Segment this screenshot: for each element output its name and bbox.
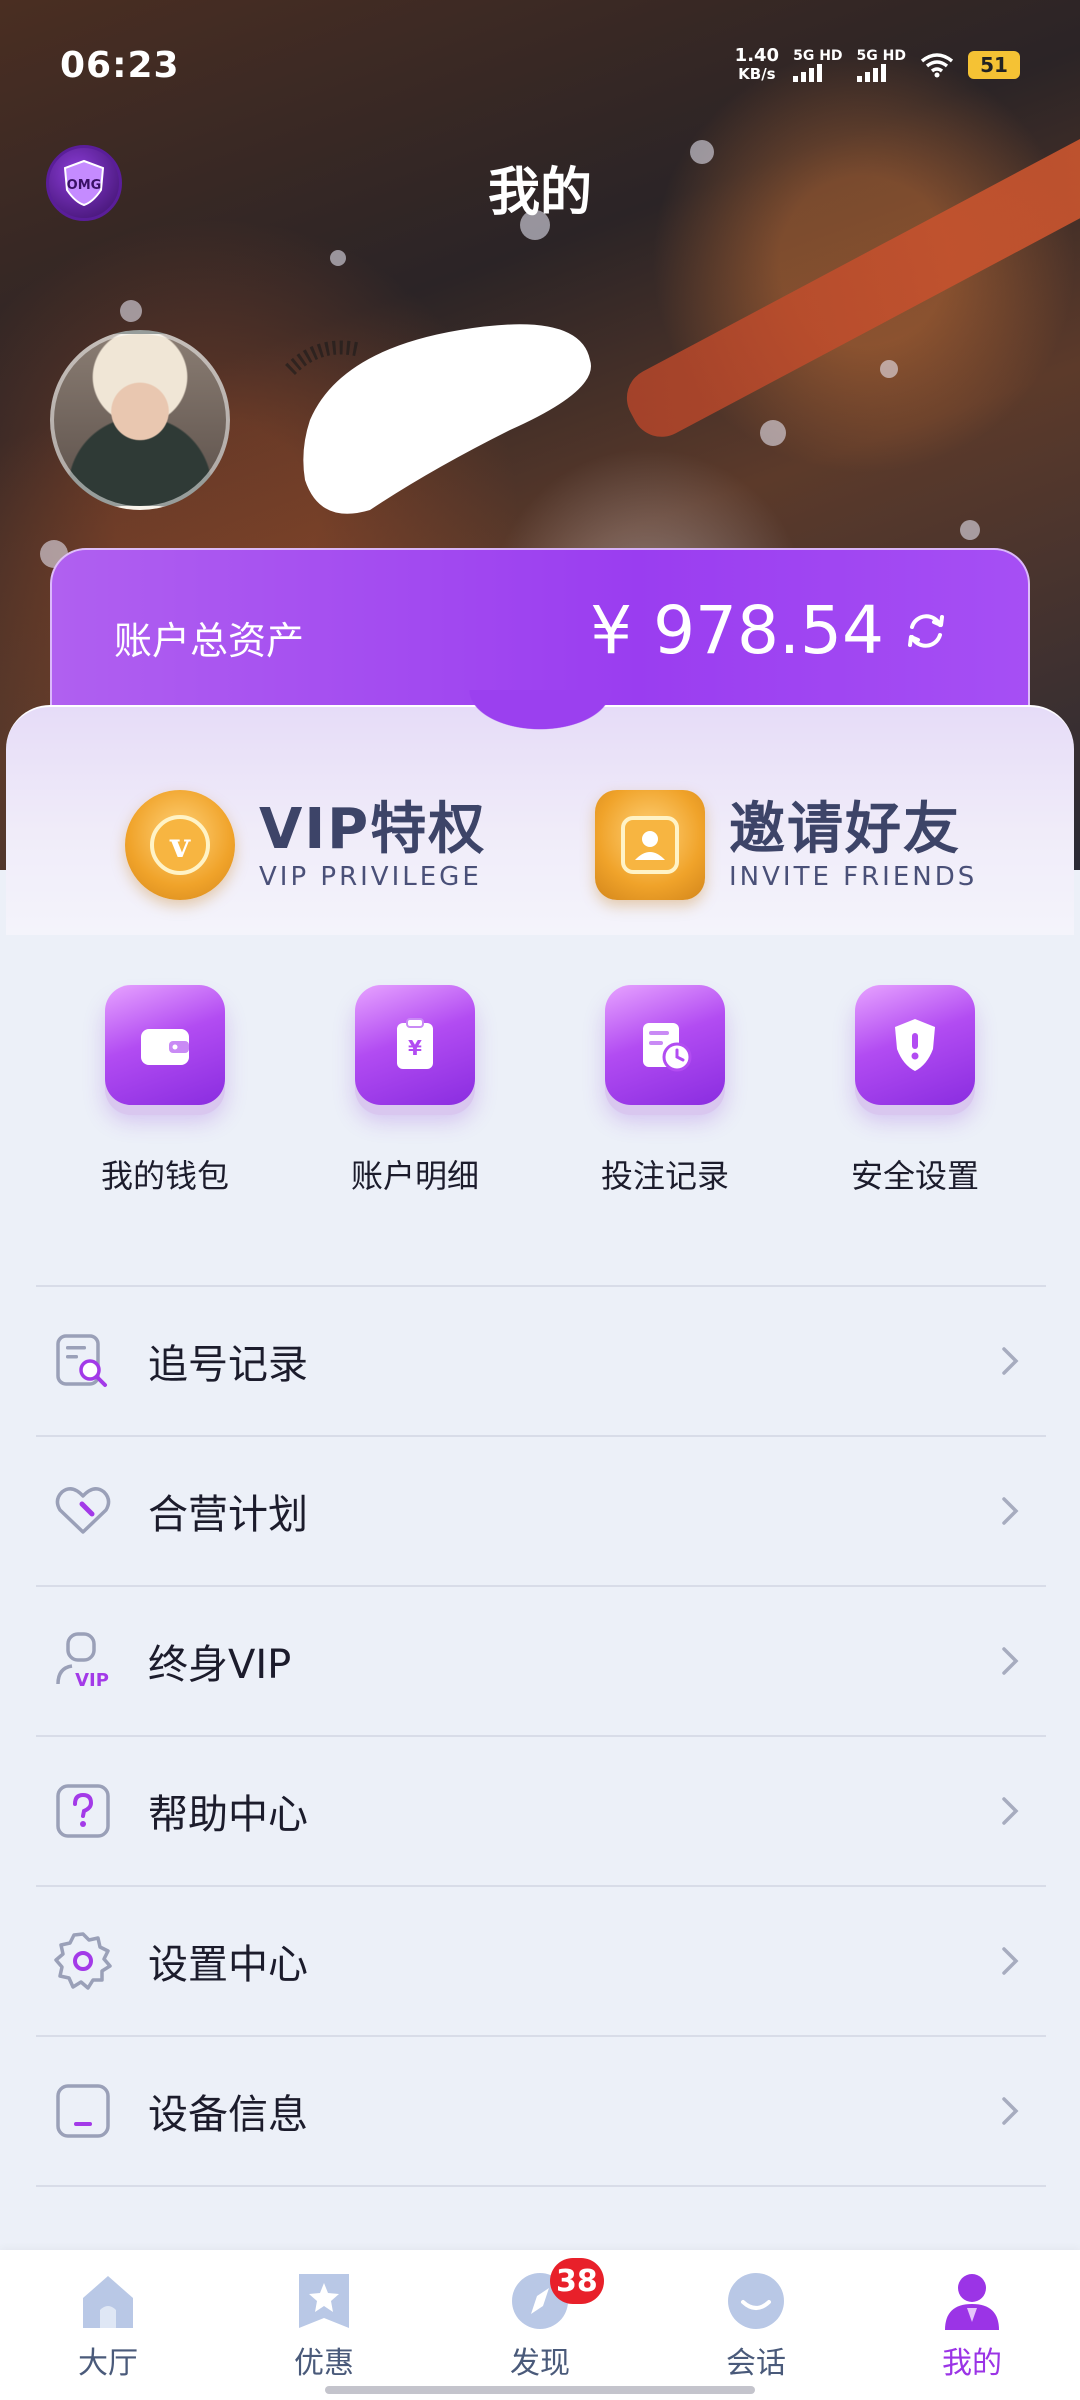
notification-badge: 38 [550, 2258, 604, 2304]
quick-action-label: 安全设置 [850, 1157, 979, 1195]
nav-tab-lobby[interactable]: 大厅 [28, 2268, 188, 2382]
vip-privilege-title: VIP特权 [259, 797, 487, 862]
chevron-right-icon [1002, 1647, 1019, 1675]
menu-list: 追号记录 合营计划 VIP 终身VIP 帮助中心 设置中心 设备信息 [36, 1285, 1046, 2187]
wallet-icon [105, 985, 225, 1105]
menu-item-label: 设备信息 [148, 2092, 308, 2138]
quick-actions: 我的钱包 ¥ 账户明细 投注记录 安全设置 [0, 985, 1080, 1197]
help-icon [50, 1778, 116, 1844]
chat-face-icon [728, 2273, 784, 2329]
nav-tab-chat[interactable]: 会话 [676, 2268, 836, 2382]
partnership-icon [50, 1478, 116, 1544]
nav-tab-label: 会话 [726, 2346, 786, 2381]
signal-sim1-icon: 5G HD [793, 48, 843, 82]
svg-text:¥: ¥ [408, 1036, 422, 1060]
quick-action-label: 我的钱包 [100, 1157, 229, 1195]
nav-tab-label: 发现 [510, 2346, 570, 2381]
menu-item-help-center[interactable]: 帮助中心 [36, 1737, 1046, 1887]
battery-icon: 51 [968, 51, 1020, 79]
svg-text:v: v [169, 826, 191, 866]
nav-tab-mine[interactable]: 我的 [892, 2268, 1052, 2382]
network-speed: 1.40 KB/s [734, 45, 780, 84]
invite-friends-title: 邀请好友 [729, 797, 961, 862]
chevron-right-icon [1002, 2097, 1019, 2125]
account-assets-label: 账户总资产 [114, 619, 305, 663]
chevron-right-icon [1002, 1797, 1019, 1825]
settings-gear-icon [50, 1928, 116, 1994]
vip-badge-icon: v [125, 790, 235, 900]
status-bar: 06:23 1.40 KB/s 5G HD 5G HD 51 [0, 0, 1080, 130]
vip-privilege-subtitle: VIP PRIVILEGE [259, 862, 482, 892]
status-time: 06:23 [60, 44, 180, 86]
profile-icon [945, 2274, 999, 2330]
search-record-icon [50, 1328, 116, 1394]
nav-tab-discover[interactable]: 38 发现 [460, 2258, 620, 2382]
menu-item-label: 帮助中心 [148, 1792, 308, 1838]
home-icon [83, 2276, 133, 2328]
wifi-icon [920, 53, 954, 78]
menu-item-label: 合营计划 [148, 1492, 308, 1538]
chevron-right-icon [1002, 1947, 1019, 1975]
quick-action-label: 投注记录 [600, 1157, 729, 1195]
nav-tab-label: 我的 [942, 2346, 1002, 2381]
quick-action-wallet[interactable]: 我的钱包 [65, 985, 265, 1197]
invite-friends-subtitle: INVITE FRIENDS [729, 862, 978, 892]
nav-tab-label: 大厅 [78, 2346, 138, 2381]
avatar[interactable] [50, 330, 230, 510]
menu-item-label: 追号记录 [148, 1342, 308, 1388]
nav-tab-label: 优惠 [294, 2346, 354, 2381]
account-assets-value: ¥ 978.54 [590, 592, 884, 669]
quick-action-label: 账户明细 [350, 1157, 479, 1195]
chevron-right-icon [1002, 1347, 1019, 1375]
lifetime-vip-icon: VIP [50, 1628, 116, 1694]
redacted-username [285, 324, 591, 514]
quick-action-bet-record[interactable]: 投注记录 [565, 985, 765, 1197]
vip-privilege-button[interactable]: v VIP特权 VIP PRIVILEGE [125, 790, 486, 900]
shield-icon [855, 985, 975, 1105]
menu-item-device-info[interactable]: 设备信息 [36, 2037, 1046, 2187]
chevron-right-icon [1002, 1497, 1019, 1525]
card-notch [450, 690, 630, 740]
device-icon [50, 2078, 116, 2144]
nav-tab-promotions[interactable]: 优惠 [244, 2268, 404, 2382]
quick-action-statement[interactable]: ¥ 账户明细 [315, 985, 515, 1197]
invite-friends-button[interactable]: 邀请好友 INVITE FRIENDS [595, 790, 977, 900]
refresh-icon[interactable] [902, 607, 950, 655]
bet-record-icon [605, 985, 725, 1105]
page-title: 我的 [487, 163, 592, 223]
menu-item-label: 终身VIP [148, 1642, 292, 1688]
menu-item-partnership[interactable]: 合营计划 [36, 1437, 1046, 1587]
invite-friends-icon [595, 790, 705, 900]
menu-item-label: 设置中心 [148, 1942, 308, 1988]
menu-item-settings-center[interactable]: 设置中心 [36, 1887, 1046, 2037]
svg-text:VIP: VIP [75, 1670, 109, 1691]
home-indicator [325, 2386, 755, 2394]
quick-action-security[interactable]: 安全设置 [815, 985, 1015, 1197]
menu-item-chase-record[interactable]: 追号记录 [36, 1287, 1046, 1437]
statement-icon: ¥ [355, 985, 475, 1105]
signal-sim2-icon: 5G HD [856, 48, 906, 82]
bottom-navigation: 大厅 优惠 38 发现 会话 我的 [0, 2250, 1080, 2400]
star-badge-icon [299, 2274, 349, 2328]
menu-item-lifetime-vip[interactable]: VIP 终身VIP [36, 1587, 1046, 1737]
